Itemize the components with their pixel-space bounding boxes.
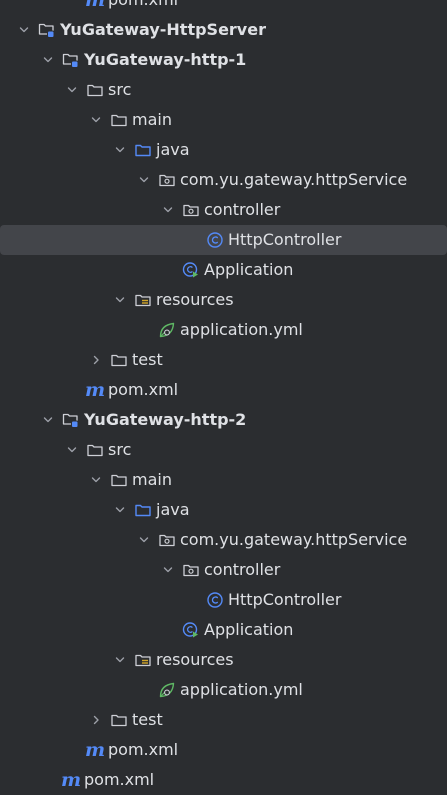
resources-folder-icon <box>134 291 152 309</box>
tree-node-label: main <box>132 110 172 129</box>
tree-node-label: pom.xml <box>108 0 178 15</box>
tree-node[interactable]: mpom.xml <box>0 375 447 405</box>
chevron-right-icon[interactable] <box>88 712 104 728</box>
tree-node-label: resources <box>156 290 234 309</box>
chevron-down-icon[interactable] <box>88 472 104 488</box>
chevron-down-icon[interactable] <box>16 22 32 38</box>
tree-node-label: controller <box>204 560 281 579</box>
chevron-down-icon[interactable] <box>136 532 152 548</box>
tree-node[interactable]: src <box>0 435 447 465</box>
tree-node[interactable]: test <box>0 345 447 375</box>
tree-node[interactable]: mpom.xml <box>0 0 447 15</box>
tree-node-label: application.yml <box>180 320 303 339</box>
maven-icon: m <box>84 379 106 401</box>
tree-node-label: test <box>132 710 163 729</box>
tree-node[interactable]: main <box>0 105 447 135</box>
spring-boot-class-icon <box>182 261 200 279</box>
tree-node-label: com.yu.gateway.httpService <box>180 170 408 189</box>
tree-node-label: application.yml <box>180 680 303 699</box>
module-folder-icon <box>62 51 80 69</box>
java-class-icon <box>206 591 224 609</box>
chevron-down-icon[interactable] <box>136 172 152 188</box>
tree-node-label: controller <box>204 200 281 219</box>
package-icon <box>158 531 176 549</box>
tree-node-label: pom.xml <box>84 770 155 789</box>
chevron-down-icon[interactable] <box>160 562 176 578</box>
maven-icon: m <box>84 739 106 761</box>
package-icon <box>182 561 200 579</box>
tree-node[interactable]: YuGateway-HttpServer <box>0 15 447 45</box>
package-icon <box>182 201 200 219</box>
tree-node-label: HttpController <box>228 590 342 609</box>
tree-node-label: src <box>108 80 132 99</box>
chevron-down-icon[interactable] <box>112 502 128 518</box>
maven-icon: m <box>60 769 82 791</box>
tree-node[interactable]: test <box>0 705 447 735</box>
tree-node[interactable]: mpom.xml <box>0 735 447 765</box>
folder-icon <box>110 471 128 489</box>
project-tree: mpom.xmlYuGateway-HttpServerYuGateway-ht… <box>0 0 447 795</box>
spring-boot-class-icon <box>182 621 200 639</box>
tree-node[interactable]: resources <box>0 285 447 315</box>
chevron-down-icon[interactable] <box>112 292 128 308</box>
tree-node[interactable]: mpom.xml <box>0 765 447 795</box>
tree-node-label: YuGateway-http-1 <box>84 50 247 69</box>
tree-node-label: resources <box>156 650 234 669</box>
chevron-down-icon[interactable] <box>40 52 56 68</box>
tree-node[interactable]: com.yu.gateway.httpService <box>0 525 447 555</box>
chevron-down-icon[interactable] <box>64 82 80 98</box>
resources-folder-icon <box>134 651 152 669</box>
tree-node[interactable]: YuGateway-http-1 <box>0 45 447 75</box>
tree-node[interactable]: Application <box>0 255 447 285</box>
tree-node[interactable]: src <box>0 75 447 105</box>
folder-icon <box>86 81 104 99</box>
folder-icon <box>86 441 104 459</box>
chevron-down-icon[interactable] <box>112 652 128 668</box>
chevron-down-icon[interactable] <box>88 112 104 128</box>
maven-icon: m <box>84 0 106 11</box>
tree-node[interactable]: HttpController <box>0 225 447 255</box>
folder-icon <box>110 111 128 129</box>
tree-node-label: YuGateway-HttpServer <box>60 20 266 39</box>
chevron-down-icon[interactable] <box>160 202 176 218</box>
tree-node[interactable]: HttpController <box>0 585 447 615</box>
tree-node[interactable]: resources <box>0 645 447 675</box>
chevron-right-icon[interactable] <box>88 352 104 368</box>
tree-node[interactable]: com.yu.gateway.httpService <box>0 165 447 195</box>
module-folder-icon <box>62 411 80 429</box>
tree-node-label: java <box>156 140 190 159</box>
tree-node[interactable]: Application <box>0 615 447 645</box>
tree-node-label: HttpController <box>228 230 342 249</box>
tree-node[interactable]: application.yml <box>0 675 447 705</box>
source-root-folder-icon <box>134 141 152 159</box>
tree-node-label: java <box>156 500 190 519</box>
tree-node[interactable]: java <box>0 135 447 165</box>
package-icon <box>158 171 176 189</box>
tree-node-label: src <box>108 440 132 459</box>
chevron-down-icon[interactable] <box>112 142 128 158</box>
source-root-folder-icon <box>134 501 152 519</box>
tree-node-label: test <box>132 350 163 369</box>
tree-node-label: pom.xml <box>108 740 179 759</box>
chevron-down-icon[interactable] <box>40 412 56 428</box>
tree-node[interactable]: YuGateway-http-2 <box>0 405 447 435</box>
folder-icon <box>110 351 128 369</box>
tree-node[interactable]: java <box>0 495 447 525</box>
tree-node[interactable]: main <box>0 465 447 495</box>
tree-node[interactable]: controller <box>0 555 447 585</box>
tree-node-label: Application <box>204 620 294 639</box>
tree-node-label: Application <box>204 260 294 279</box>
tree-node[interactable]: controller <box>0 195 447 225</box>
tree-node-label: main <box>132 470 172 489</box>
tree-node-label: com.yu.gateway.httpService <box>180 530 408 549</box>
spring-config-icon <box>158 321 176 339</box>
spring-config-icon <box>158 681 176 699</box>
chevron-down-icon[interactable] <box>64 442 80 458</box>
tree-node-label: YuGateway-http-2 <box>84 410 247 429</box>
java-class-icon <box>206 231 224 249</box>
tree-node[interactable]: application.yml <box>0 315 447 345</box>
tree-node-label: pom.xml <box>108 380 179 399</box>
folder-icon <box>110 711 128 729</box>
module-folder-icon <box>38 21 56 39</box>
